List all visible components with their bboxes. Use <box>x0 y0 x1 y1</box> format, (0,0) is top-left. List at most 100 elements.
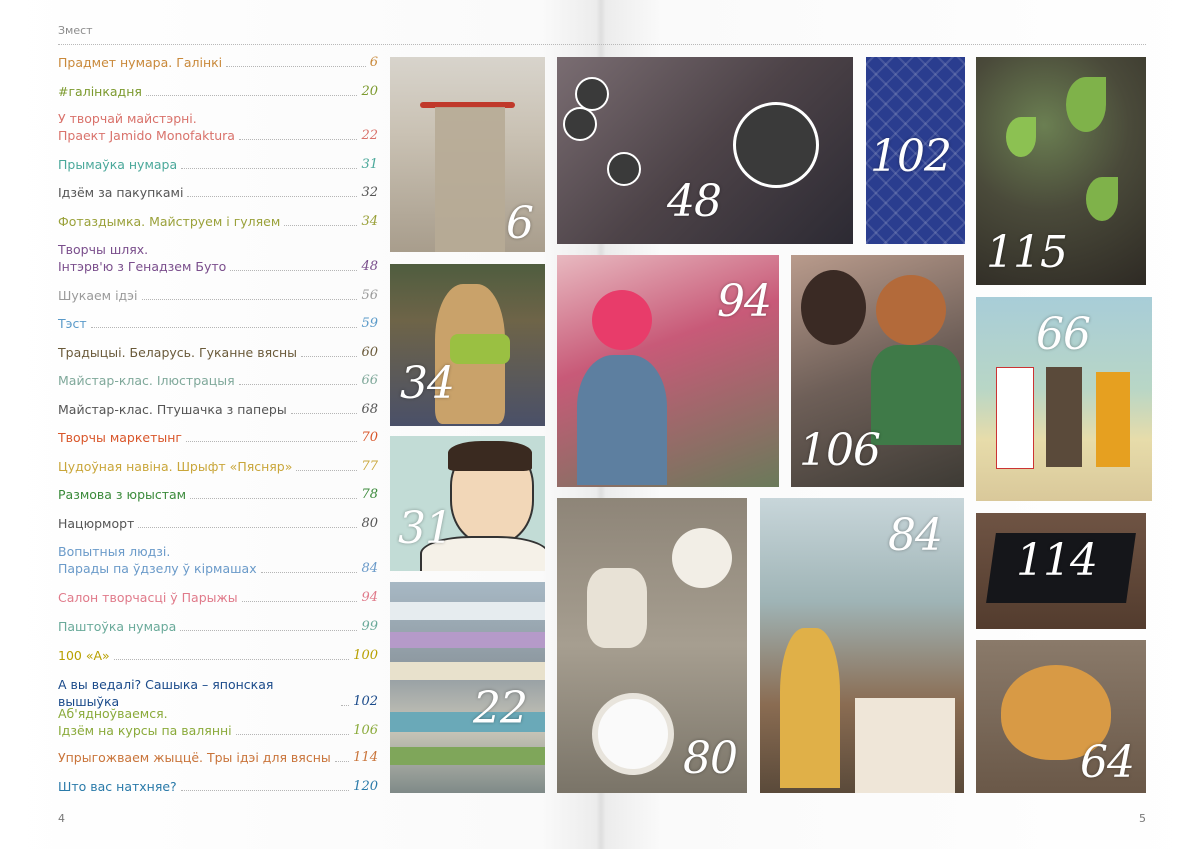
leader-dots <box>141 299 358 300</box>
toc-entry[interactable]: Тэст 59 <box>58 315 378 332</box>
page-number: 115 <box>986 227 1068 278</box>
egg-bowl <box>672 528 732 588</box>
toc-entry-page: 78 <box>361 487 378 502</box>
photo-woman-drinking[interactable]: 34 <box>390 264 545 426</box>
toc-entry-page: 59 <box>361 316 378 331</box>
photo-easter-still-life[interactable]: 80 <box>557 498 747 793</box>
toc-entry[interactable]: Творчы маркетынг 70 <box>58 429 378 446</box>
toc-entry[interactable]: Аб'ядноўваемся. Ідзём на курсы па валянн… <box>58 705 378 739</box>
toc-entry-page: 120 <box>353 779 378 794</box>
fabric-stack <box>390 632 545 648</box>
photo-bird-bun[interactable]: 64 <box>976 640 1146 793</box>
toc-entry-title: Размова з юрыстам <box>58 487 187 502</box>
photo-fair-crowd[interactable]: 84 <box>760 498 964 793</box>
leader-dots <box>113 659 350 660</box>
detail-circle-small <box>563 107 597 141</box>
figure-cat <box>996 367 1034 469</box>
leader-dots <box>145 95 358 96</box>
toc-entry-title: 100 «А» <box>58 648 110 663</box>
toc-entry-page: 94 <box>361 590 378 605</box>
toc-entry[interactable]: Упрыгожваем жыццё. Тры ідэі для вясны 11… <box>58 749 378 766</box>
toc-entry[interactable]: Салон творчасці ў Парыжы 94 <box>58 589 378 606</box>
page-number: 48 <box>667 176 722 227</box>
leader-dots <box>301 356 358 357</box>
apron-fabric <box>435 107 505 252</box>
toc-entry-page: 56 <box>361 288 378 303</box>
toc-entry-title: Аб'ядноўваемся. Ідзём на курсы па валянн… <box>58 706 232 738</box>
photo-craft-salon[interactable]: 94 <box>557 255 779 487</box>
toc-entry[interactable]: Паштоўка нумара 99 <box>58 618 378 635</box>
toc-entry-page: 32 <box>361 185 378 200</box>
page-number: 84 <box>888 510 943 561</box>
toc-entry-title: Салон творчасці ў Парыжы <box>58 590 238 605</box>
toc-entry-page: 20 <box>361 84 378 99</box>
toc-entry[interactable]: Прымаўка нумара 31 <box>58 156 378 173</box>
photo-linen-apron[interactable]: 6 <box>390 57 545 252</box>
leader-dots <box>187 196 358 197</box>
page-number: 31 <box>398 503 453 554</box>
toc-entry-title: Творчы шлях. Інтэрв'ю з Генадзем Буто <box>58 242 227 274</box>
toc-entry-title: Ідзём за пакупкамі <box>58 185 184 200</box>
toc-entry-page: 60 <box>361 345 378 360</box>
toc-entry[interactable]: Цудоўная навіна. Шрыфт «Пясняр» 77 <box>58 458 378 475</box>
toc-entry[interactable]: Што вас натхняе? 120 <box>58 778 378 795</box>
figure <box>577 355 667 485</box>
leader-dots <box>260 572 358 573</box>
toc-entry[interactable]: Фотаздымка. Майструем і гуляем 34 <box>58 213 378 230</box>
toc-entry-title: Прадмет нумара. Галінкі <box>58 55 223 70</box>
toc-entry-title: Шукаем ідэі <box>58 288 138 303</box>
toc-entry[interactable]: Майстар-клас. Ілюстрацыя 66 <box>58 372 378 389</box>
toc-entry[interactable]: Майстар-клас. Птушачка з паперы 68 <box>58 401 378 418</box>
leader-dots <box>238 384 358 385</box>
leaf <box>1006 117 1036 157</box>
leader-dots <box>180 790 350 791</box>
figure-bear <box>1046 367 1082 467</box>
photo-sashiko-pattern[interactable]: 102 <box>866 57 965 244</box>
toc-entry[interactable]: Творчы шлях. Інтэрв'ю з Генадзем Буто 48 <box>58 241 378 275</box>
toc-entry[interactable]: Шукаем ідэі 56 <box>58 287 378 304</box>
photo-fabric-shelves[interactable]: 22 <box>390 582 545 793</box>
toc-entry-title: Вопытныя людзі. Парады па ўдзелу ў кірма… <box>58 544 257 576</box>
toc-entry[interactable]: Размова з юрыстам 78 <box>58 486 378 503</box>
photo-robot-sculpture[interactable]: 48 <box>557 57 853 244</box>
photo-folk-illustration[interactable]: 66 <box>976 297 1152 501</box>
toc-entry-page: 48 <box>361 259 378 274</box>
fabric-stack <box>390 602 545 620</box>
toc-entry[interactable]: Нацюрморт 80 <box>58 515 378 532</box>
photo-black-box[interactable]: 114 <box>976 513 1146 629</box>
photo-felting-class[interactable]: 106 <box>791 255 964 487</box>
toc-entry[interactable]: Традыцыі. Беларусь. Гуканне вясны 60 <box>58 344 378 361</box>
page-folio-left: 4 <box>58 812 65 825</box>
leader-dots <box>138 527 358 528</box>
photo-portrait-illustration[interactable]: 31 <box>390 436 545 571</box>
toc-entry[interactable]: #галінкадня 20 <box>58 83 378 100</box>
leader-dots <box>181 168 358 169</box>
detail-circle-small <box>607 152 641 186</box>
toc-entry-title: Майстар-клас. Птушачка з паперы <box>58 402 287 417</box>
toc-entry-page: 77 <box>361 459 378 474</box>
leader-dots <box>284 225 358 226</box>
photo-birch-leaves[interactable]: 115 <box>976 57 1146 285</box>
toc-entry[interactable]: Ідзём за пакупкамі 32 <box>58 184 378 201</box>
scarf <box>450 334 510 364</box>
toc-entry[interactable]: У творчай майстэрні. Праект Jamido Monof… <box>58 110 378 144</box>
toc-entry-page: 99 <box>361 619 378 634</box>
leader-dots <box>334 761 350 762</box>
toc-entry-page: 84 <box>361 561 378 576</box>
magazine-spread: Змест Прадмет нумара. Галінкі 6 #галінка… <box>0 0 1202 849</box>
leader-dots <box>180 630 358 631</box>
page-folio-right: 5 <box>1139 812 1146 825</box>
toc-entry[interactable]: Вопытныя людзі. Парады па ўдзелу ў кірма… <box>58 543 378 577</box>
leaf <box>1066 77 1106 132</box>
toc-entry[interactable]: Прадмет нумара. Галінкі 6 <box>58 54 378 71</box>
toc-entry-page: 66 <box>361 373 378 388</box>
leader-dots <box>296 470 358 471</box>
toc-entry-title: Фотаздымка. Майструем і гуляем <box>58 214 281 229</box>
toc-entry[interactable]: 100 «А» 100 <box>58 647 378 664</box>
page-number: 80 <box>683 733 738 784</box>
toc-entry-page: 114 <box>353 750 378 765</box>
toc-entry-page: 106 <box>353 723 378 738</box>
leader-dots <box>235 734 350 735</box>
figure-fox <box>1096 372 1130 467</box>
page-number: 22 <box>473 683 528 734</box>
